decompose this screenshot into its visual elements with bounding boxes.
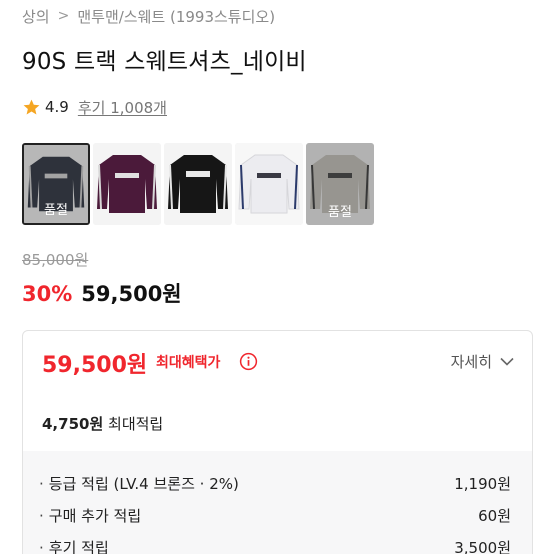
info-icon[interactable]: [239, 352, 258, 371]
color-option-gray[interactable]: 품절: [306, 143, 374, 225]
price-row: 30% 59,500원: [22, 278, 182, 308]
chevron-right-icon: >: [57, 8, 70, 24]
point-item-label: 등급 적립 (LV.4 브론즈 · 2%): [39, 473, 239, 494]
max-benefit-price: 59,500원: [42, 353, 148, 378]
point-item-label: 구매 추가 적립: [39, 505, 141, 526]
product-title: 90S 트랙 스웨트셔츠_네이비: [22, 49, 307, 75]
max-point-label: 최대적립: [103, 415, 164, 433]
point-item-label: 후기 적립: [39, 537, 109, 554]
original-price: 85,000원: [22, 251, 89, 269]
color-option-purple[interactable]: [93, 143, 161, 225]
max-benefit-panel: 59,500원 최대혜택가 자세히 4,750원 최대적립 등급 적립 (LV.…: [22, 330, 533, 554]
sale-price: 59,500원: [81, 282, 182, 306]
rating-score: 4.9: [45, 98, 69, 116]
details-toggle-label: 자세히: [450, 353, 492, 371]
color-options: 품절 품절: [22, 143, 377, 225]
soldout-label: 품절: [328, 205, 352, 220]
star-icon: [23, 99, 40, 115]
max-benefit-label: 최대혜택가: [156, 355, 221, 371]
breadcrumb-item-category[interactable]: 맨투맨/스웨트 (1993스튜디오): [77, 6, 275, 27]
breadcrumb: 상의 > 맨투맨/스웨트 (1993스튜디오): [22, 5, 275, 27]
list-item: 등급 적립 (LV.4 브론즈 · 2%) 1,190원: [39, 472, 511, 494]
max-point-amount: 4,750원: [42, 415, 104, 433]
list-item: 후기 적립 3,500원: [39, 536, 511, 554]
chevron-down-icon: [500, 357, 514, 366]
rating-row: 4.9 후기 1,008개: [22, 96, 167, 118]
reviews-link[interactable]: 후기 1,008개: [78, 97, 167, 118]
color-option-white[interactable]: [235, 143, 303, 225]
point-item-value: 60원: [478, 506, 511, 525]
sweatshirt-black-image: [164, 143, 232, 225]
max-benefit-header[interactable]: 59,500원 최대혜택가 자세히: [23, 331, 532, 391]
point-item-value: 1,190원: [454, 474, 511, 493]
list-item: 구매 추가 적립 60원: [39, 504, 511, 526]
sweatshirt-white-image: [235, 143, 303, 225]
discount-rate: 30%: [22, 282, 73, 306]
point-item-value: 3,500원: [454, 538, 511, 554]
sweatshirt-purple-image: [93, 143, 161, 225]
point-breakdown-list: 등급 적립 (LV.4 브론즈 · 2%) 1,190원 구매 추가 적립 60…: [23, 451, 532, 554]
soldout-label: 품절: [44, 203, 68, 218]
max-point-row: 4,750원 최대적립: [42, 413, 163, 434]
color-option-navy[interactable]: 품절: [22, 143, 90, 225]
details-toggle-button[interactable]: 자세히: [451, 351, 514, 372]
color-option-black[interactable]: [164, 143, 232, 225]
breadcrumb-item-top[interactable]: 상의: [22, 6, 50, 27]
